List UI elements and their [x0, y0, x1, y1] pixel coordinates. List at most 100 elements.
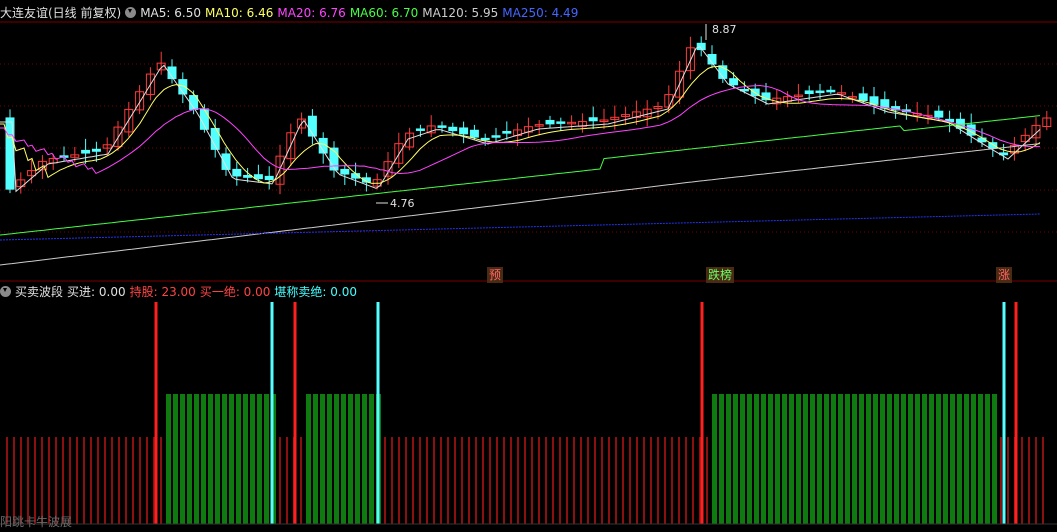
hold-bar — [866, 394, 871, 524]
candle-body — [480, 137, 490, 141]
hold-bar — [796, 394, 801, 524]
hold-bar — [726, 394, 731, 524]
hold-bar — [922, 394, 927, 524]
ma60-line — [0, 115, 1041, 236]
hold-bar — [915, 394, 920, 524]
hold-bar — [733, 394, 738, 524]
hold-bar — [264, 394, 269, 524]
hold-bar — [859, 394, 864, 524]
hold-bar — [789, 394, 794, 524]
hold-bar — [222, 394, 227, 524]
ma5-line — [0, 46, 1041, 193]
hold-bar — [166, 394, 171, 524]
hold-bar — [194, 394, 199, 524]
candle-body — [91, 148, 101, 152]
hold-bar — [201, 394, 206, 524]
hold-bar — [341, 394, 346, 524]
hold-bar — [992, 394, 997, 524]
hold-bar — [187, 394, 192, 524]
candle-body — [988, 142, 998, 149]
hold-bar — [215, 394, 220, 524]
chevron-down-icon[interactable] — [125, 7, 137, 18]
candle-body — [469, 129, 479, 138]
hold-bar — [229, 394, 234, 524]
candle-body — [556, 121, 566, 124]
indicator-title: 买卖波段 — [15, 285, 64, 299]
hold-bar — [369, 394, 374, 524]
hold-bar — [971, 394, 976, 524]
hold-bar — [362, 394, 367, 524]
candle-body — [81, 149, 91, 154]
hold-bar — [817, 394, 822, 524]
ma60-label: MA60: 6.70 — [349, 6, 419, 20]
stock-chart-app: 8.87 4.76 大连友谊(日线 前复权) MA5: 6.50 MA10: 6.46… — [0, 0, 1057, 532]
hold-bar — [747, 394, 752, 524]
hold-bar — [236, 394, 241, 524]
chevron-down-icon[interactable] — [0, 286, 11, 297]
candle-body — [243, 174, 253, 178]
candle-body — [729, 78, 739, 86]
candle-body — [340, 168, 350, 175]
hold-bar — [901, 394, 906, 524]
hold-bar — [754, 394, 759, 524]
ma5-label: MA5: 6.50 — [140, 6, 201, 20]
hold-bar — [852, 394, 857, 524]
candle-body — [815, 90, 825, 94]
candle-body — [437, 125, 447, 128]
candle-body — [588, 117, 598, 122]
badge-diebang[interactable]: 跌榜 — [706, 267, 735, 283]
badge-zhang[interactable]: 涨 — [996, 267, 1013, 283]
indicator-header: 买卖波段 买进: 0.00 持股: 23.00 买一绝: 0.00 堪称卖绝: 0.00 — [0, 283, 361, 301]
candle-body — [232, 168, 242, 177]
badge-yu[interactable]: 预 — [487, 267, 504, 283]
hold-bar — [810, 394, 815, 524]
candle-body — [858, 93, 868, 102]
candle-body — [502, 130, 512, 134]
ma250-label: MA250: 4.49 — [502, 6, 579, 20]
hold-bar — [908, 394, 913, 524]
candle-body — [826, 89, 836, 93]
ma120-label: MA120: 5.95 — [422, 6, 499, 20]
indicator-footer: 阳跳卡牛波展 — [0, 515, 73, 529]
hold-bar — [824, 394, 829, 524]
hold-bar — [313, 394, 318, 524]
candle-body — [459, 127, 469, 135]
hold-bar — [929, 394, 934, 524]
hold-bar — [257, 394, 262, 524]
hold-bar — [208, 394, 213, 524]
hold-value: 持股: 23.00 — [129, 285, 196, 299]
hold-bar — [838, 394, 843, 524]
hold-bar — [845, 394, 850, 524]
hold-bar — [740, 394, 745, 524]
hold-bar — [243, 394, 248, 524]
hold-bar — [950, 394, 955, 524]
candle-body — [491, 135, 501, 138]
buy-best-value: 买一绝: 0.00 — [199, 285, 271, 299]
ma20-label: MA20: 6.76 — [277, 6, 346, 20]
hold-bar — [348, 394, 353, 524]
hold-bar — [894, 394, 899, 524]
ma10-label: MA10: 6.46 — [204, 6, 274, 20]
hold-bar — [712, 394, 717, 524]
hold-bar — [173, 394, 178, 524]
hold-bar — [250, 394, 255, 524]
hold-bar — [355, 394, 360, 524]
candle-body — [545, 119, 555, 125]
hold-bar — [761, 394, 766, 524]
hold-bar — [782, 394, 787, 524]
ma10-line — [0, 65, 1041, 184]
hold-bar — [936, 394, 941, 524]
candle-body — [448, 126, 458, 132]
hold-bar — [831, 394, 836, 524]
hold-bar — [985, 394, 990, 524]
hold-bar — [334, 394, 339, 524]
hold-bar — [964, 394, 969, 524]
hold-bar — [978, 394, 983, 524]
low-price-label: 4.76 — [390, 197, 415, 210]
candle-body — [264, 175, 274, 181]
hold-bar — [775, 394, 780, 524]
hold-bar — [306, 394, 311, 524]
hold-bar — [880, 394, 885, 524]
stock-title: 大连友谊(日线 前复权) — [0, 6, 122, 20]
candle-body — [415, 128, 425, 131]
